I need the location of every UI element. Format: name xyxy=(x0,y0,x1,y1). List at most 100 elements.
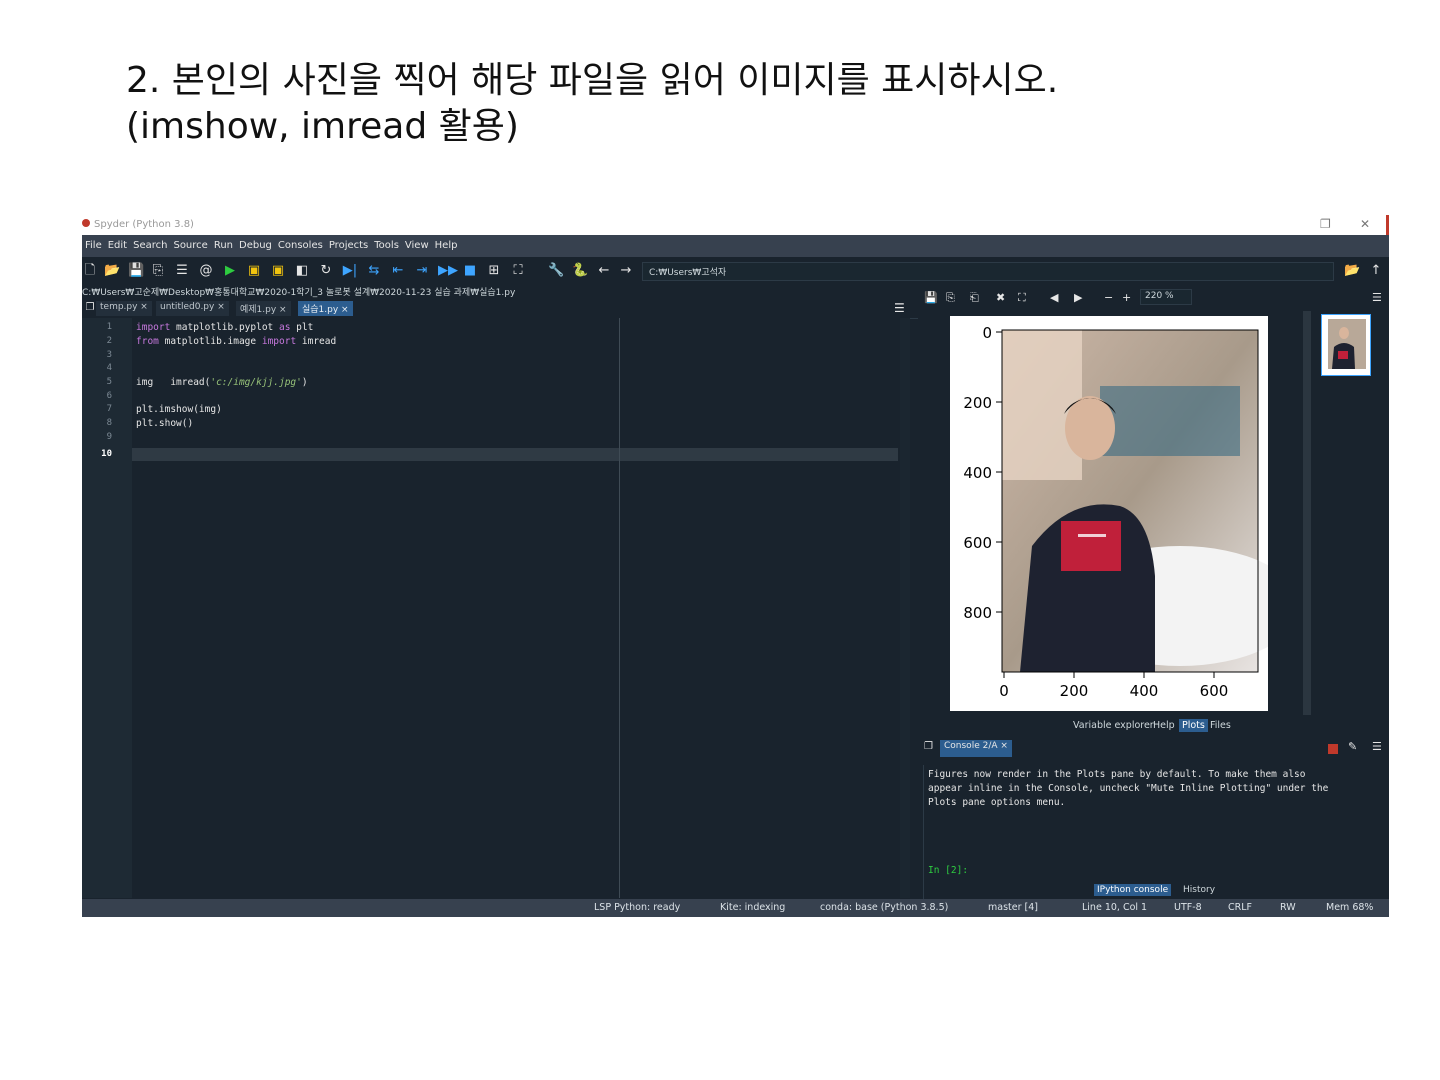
photo-red-bag xyxy=(1061,521,1121,571)
console-line: Figures now render in the Plots pane by … xyxy=(928,769,1306,780)
remove-plot-icon[interactable]: ✖ xyxy=(996,291,1005,304)
tab-history[interactable]: History xyxy=(1180,884,1218,896)
plot-thumbnail[interactable] xyxy=(1321,314,1371,376)
run-selection-icon[interactable]: ◧ xyxy=(294,263,310,279)
tab-practice1[interactable]: 실습1.py × xyxy=(298,301,353,316)
save-all-plots-icon[interactable]: ⎘ xyxy=(946,291,955,305)
step-return-icon[interactable]: ⇥ xyxy=(414,263,430,279)
wrench-icon[interactable]: 🔧 xyxy=(548,263,564,279)
browse-folder-icon[interactable]: 📂 xyxy=(1344,263,1360,279)
zoom-in-icon[interactable]: + xyxy=(1122,291,1131,304)
console-line: appear inline in the Console, uncheck "M… xyxy=(928,783,1329,794)
main-toolbar: 🗋 📂 💾 ⎘ ☰ @ ▶ ▣ ▣ ◧ ↻ ▶| ⇆ ⇤ ⇥ ▶▶ ■ ⊞ ⛶ … xyxy=(82,257,1389,285)
copy-plot-icon[interactable]: ⎗ xyxy=(970,291,979,305)
code-token: as xyxy=(279,322,291,333)
debug-icon[interactable]: ▶| xyxy=(342,263,358,279)
code-line-7: plt.imshow(img) xyxy=(136,404,222,415)
x-tick-label: 600 xyxy=(1200,682,1229,700)
tab-plots[interactable]: Plots xyxy=(1179,719,1208,732)
new-file-icon[interactable]: 🗋 xyxy=(82,263,98,279)
plot-figure: 0 200 400 600 800 0 200 400 600 xyxy=(963,324,1300,700)
tab-help[interactable]: Help xyxy=(1150,719,1178,732)
working-directory-input[interactable]: C:₩Users₩고석자 xyxy=(642,262,1334,281)
menu-run[interactable]: Run xyxy=(211,235,236,251)
console-tab[interactable]: Console 2/A × xyxy=(940,740,1012,757)
menu-consoles[interactable]: Consoles xyxy=(275,235,326,251)
console-options-icon[interactable]: ☰ xyxy=(1372,740,1382,753)
working-directory-value: C:₩Users₩고석자 xyxy=(649,268,727,278)
tab-temp[interactable]: temp.py × xyxy=(96,301,152,316)
window-titlebar: Spyder (Python 3.8) ❐ ✕ xyxy=(82,215,1389,235)
tab-untitled0[interactable]: untitled0.py × xyxy=(156,301,229,316)
code-line-1: import matplotlib.pyplot as plt xyxy=(136,322,313,333)
list-icon[interactable]: ☰ xyxy=(174,263,190,279)
menu-debug[interactable]: Debug xyxy=(236,235,275,251)
menu-file[interactable]: File xyxy=(82,235,105,251)
console-prompt: In [2]: xyxy=(928,865,969,876)
photo-face xyxy=(1065,396,1115,460)
zoom-value: 220 % xyxy=(1145,291,1174,301)
interrupt-kernel-icon[interactable] xyxy=(1328,744,1338,754)
menu-projects[interactable]: Projects xyxy=(326,235,371,251)
x-tick-label: 0 xyxy=(999,682,1009,700)
x-tick-label: 400 xyxy=(1130,682,1159,700)
at-icon[interactable]: @ xyxy=(198,263,214,279)
step-into-icon[interactable]: ⇤ xyxy=(390,263,406,279)
menu-source[interactable]: Source xyxy=(170,235,210,251)
console-browse-icon[interactable]: ❐ xyxy=(924,741,933,752)
open-file-icon[interactable]: 📂 xyxy=(104,263,120,279)
plots-options-icon[interactable]: ☰ xyxy=(1372,291,1382,304)
line-number: 5 xyxy=(106,377,112,387)
tab-variable-explorer[interactable]: Variable explorer xyxy=(1070,719,1157,732)
code-editor[interactable]: 1 2 3 4 5 6 7 8 9 10 import matplotlib.p… xyxy=(82,318,900,898)
save-plot-icon[interactable]: 💾 xyxy=(924,291,938,304)
close-button[interactable]: ✕ xyxy=(1360,217,1370,231)
y-tick-label: 400 xyxy=(963,464,992,482)
run-icon[interactable]: ▶ xyxy=(222,263,238,279)
menu-help[interactable]: Help xyxy=(432,235,461,251)
zoom-out-icon[interactable]: − xyxy=(1104,291,1113,304)
save-icon[interactable]: 💾 xyxy=(128,263,144,279)
step-icon[interactable]: ⇆ xyxy=(366,263,382,279)
previous-plot-icon[interactable]: ◀ xyxy=(1050,291,1058,304)
next-plot-icon[interactable]: ▶ xyxy=(1074,291,1082,304)
editor-file-path: C:₩Users₩고순제₩Desktop₩홍통대학교₩2020-1학기_3 놀로… xyxy=(82,288,516,298)
code-line-8: plt.show() xyxy=(136,418,194,429)
forward-arrow-icon[interactable]: → xyxy=(618,263,634,279)
console-clear-icon[interactable]: ✎ xyxy=(1348,740,1357,753)
tab-example1[interactable]: 예제1.py × xyxy=(236,301,291,316)
python-icon[interactable]: 🐍 xyxy=(572,263,588,279)
status-encoding: UTF-8 xyxy=(1174,902,1202,913)
console-output[interactable]: Figures now render in the Plots pane by … xyxy=(923,765,1374,900)
zoom-field[interactable]: 220 % xyxy=(1140,289,1192,305)
code-token: img imread( xyxy=(136,377,211,388)
parent-dir-icon[interactable]: ↑ xyxy=(1368,263,1384,279)
menu-search[interactable]: Search xyxy=(130,235,170,251)
menu-view[interactable]: View xyxy=(402,235,432,251)
editor-options-icon[interactable]: ☰ xyxy=(894,301,905,315)
tab-files[interactable]: Files xyxy=(1207,719,1234,732)
console-line: Plots pane options menu. xyxy=(928,797,1066,808)
spyder-logo-icon xyxy=(82,219,90,227)
run-cell-advance-icon[interactable]: ▣ xyxy=(270,263,286,279)
maximize-pane-icon[interactable]: ⊞ xyxy=(486,263,502,279)
run-cell-icon[interactable]: ▣ xyxy=(246,263,262,279)
rerun-icon[interactable]: ↻ xyxy=(318,263,334,279)
menu-tools[interactable]: Tools xyxy=(371,235,402,251)
code-token: 'c:/img/kjj.jpg' xyxy=(210,377,302,388)
fullscreen-icon[interactable]: ⛶ xyxy=(510,263,526,279)
continue-icon[interactable]: ▶▶ xyxy=(438,263,458,279)
status-bar: LSP Python: ready Kite: indexing conda: … xyxy=(82,899,1389,917)
back-arrow-icon[interactable]: ← xyxy=(596,263,612,279)
menu-edit[interactable]: Edit xyxy=(105,235,130,251)
y-tick-label: 800 xyxy=(963,604,992,622)
stop-debug-icon[interactable]: ■ xyxy=(462,263,478,279)
tab-ipython-console[interactable]: IPython console xyxy=(1094,884,1172,896)
fit-plot-icon[interactable]: ⛶ xyxy=(1018,291,1026,305)
editor-tabbar: ❐ temp.py × untitled0.py × 예제1.py × 실습1.… xyxy=(82,298,918,319)
status-conda: conda: base (Python 3.8.5) xyxy=(820,902,949,913)
save-all-icon[interactable]: ⎘ xyxy=(150,263,166,279)
maximize-button[interactable]: ❐ xyxy=(1320,217,1331,231)
editor-scrollbar[interactable] xyxy=(900,318,910,898)
plot-canvas[interactable]: 0 200 400 600 800 0 200 400 600 xyxy=(950,316,1300,711)
